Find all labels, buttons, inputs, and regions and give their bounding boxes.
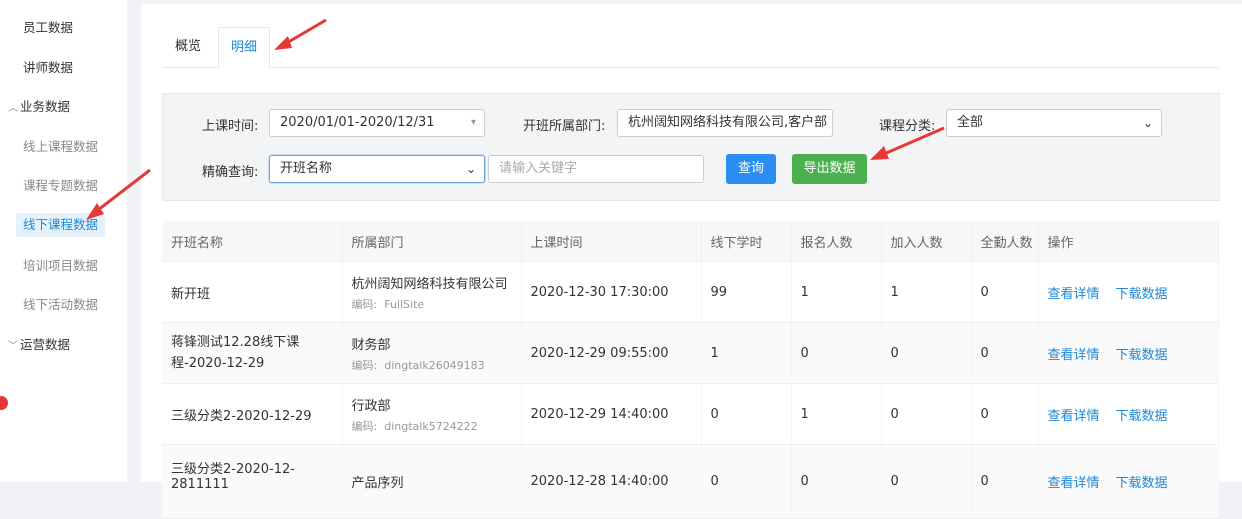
code-label: 编码: (351, 358, 378, 372)
dept-name: 财务部 (351, 337, 391, 353)
download-data-link[interactable]: 下载数据 (1116, 287, 1168, 302)
chevron-down-icon: ⌄ (465, 162, 476, 176)
code-value: dingtalk26049183 (384, 358, 485, 372)
column-header: 上课时间 (521, 221, 702, 262)
hours-cell: 1 (701, 322, 792, 384)
full-attendance-cell: 0 (971, 383, 1039, 445)
dept-name: 行政部 (351, 398, 391, 414)
view-details-link[interactable]: 查看详情 (1048, 409, 1100, 424)
category-value: 全部 (957, 115, 984, 130)
column-header: 全勤人数 (971, 221, 1039, 262)
course-table: 开班名称 所属部门 上课时间 线下学时 报名人数 加入人数 全勤人数 操作 新开… (162, 221, 1219, 519)
chevron-down-icon: ﹀ (8, 341, 18, 352)
sidebar-item-course-topic-data[interactable]: 课程专题数据 (23, 174, 98, 198)
dept-name: 杭州阔知网络科技有限公司 (351, 276, 508, 292)
operations-cell: 查看详情 下载数据 (1037, 322, 1219, 384)
precise-query-select[interactable]: 开班名称 ⌄ (269, 155, 485, 183)
chevron-down-icon: ⌄ (1142, 116, 1153, 130)
caret-down-icon: ▾ (470, 117, 476, 128)
column-header: 开班名称 (162, 221, 343, 262)
operations-cell: 查看详情 下载数据 (1037, 261, 1219, 323)
dept-cell: 杭州阔知网络科技有限公司 编码: FullSite (342, 261, 522, 323)
signup-cell: 1 (791, 261, 882, 323)
time-cell: 2020-12-29 14:40:00 (521, 383, 702, 445)
hours-cell: 99 (701, 261, 792, 323)
dept-code: 编码: FullSite (352, 296, 521, 312)
download-data-link[interactable]: 下载数据 (1116, 348, 1168, 363)
time-cell: 2020-12-29 09:55:00 (521, 322, 702, 384)
tab-overview[interactable]: 概览 (163, 27, 213, 67)
column-header: 加入人数 (881, 221, 972, 262)
table-row: 三级分类2-2020-12-29 行政部 编码: dingtalk5724222… (162, 383, 1219, 445)
code-value: FullSite (384, 297, 425, 311)
column-header: 所属部门 (342, 221, 522, 262)
code-value: dingtalk5724222 (384, 419, 478, 433)
dept-code: 编码: dingtalk26049183 (352, 357, 521, 373)
full-attendance-cell: 0 (971, 261, 1039, 323)
dept-code: 编码: dingtalk5724222 (352, 418, 521, 434)
notification-badge-icon[interactable] (0, 396, 8, 410)
download-data-link[interactable]: 下载数据 (1116, 409, 1168, 424)
full-attendance-cell: 0 (971, 322, 1039, 384)
export-data-button[interactable]: 导出数据 (792, 154, 867, 184)
sidebar: 员工数据 讲师数据 ︿ 业务数据 线上课程数据 课程专题数据 线下课程数据 培训项… (0, 0, 127, 482)
class-name-cell: 新开班 (162, 261, 343, 323)
keyword-input[interactable]: 请输入关键字 (488, 155, 704, 183)
main-panel: 概览 明细 上课时间: 2020/01/01-2020/12/31 ▾ 开班所属… (141, 4, 1242, 519)
category-label: 课程分类: (879, 119, 936, 134)
dept-select[interactable]: 杭州阔知网络科技有限公司,客户部 (617, 109, 833, 137)
sidebar-group-label: 业务数据 (20, 99, 71, 114)
column-header: 线下学时 (701, 221, 792, 262)
class-name-cell: 蒋锋测试12.28线下课程-2020-12-29 (162, 322, 343, 384)
query-button[interactable]: 查询 (726, 154, 776, 184)
sidebar-group-label: 运营数据 (20, 337, 71, 352)
sidebar-group-business-data[interactable]: ︿ 业务数据 (8, 95, 70, 119)
precise-query-label: 精确查询: (202, 165, 259, 180)
joined-cell: 0 (881, 383, 972, 445)
table-row: 新开班 杭州阔知网络科技有限公司 编码: FullSite 2020-12-30… (162, 261, 1219, 323)
table-header-row: 开班名称 所属部门 上课时间 线下学时 报名人数 加入人数 全勤人数 操作 (162, 221, 1219, 262)
view-details-link[interactable]: 查看详情 (1048, 348, 1100, 363)
dept-label: 开班所属部门: (523, 119, 606, 134)
sidebar-item-online-course-data[interactable]: 线上课程数据 (23, 135, 98, 159)
time-label: 上课时间: (202, 119, 259, 134)
column-header: 操作 (1037, 221, 1219, 262)
keyword-placeholder: 请输入关键字 (499, 161, 578, 176)
signup-cell: 1 (791, 383, 882, 445)
code-label: 编码: (351, 297, 378, 311)
dept-value: 杭州阔知网络科技有限公司,客户部 (628, 115, 828, 130)
chevron-up-icon: ︿ (8, 103, 18, 114)
view-details-link[interactable]: 查看详情 (1048, 287, 1100, 302)
sidebar-item-lecturer-data[interactable]: 讲师数据 (23, 56, 73, 80)
dept-cell: 财务部 编码: dingtalk26049183 (342, 322, 522, 384)
code-label: 编码: (351, 419, 378, 433)
hours-cell: 0 (701, 383, 792, 445)
class-name-cell: 三级分类2-2020-12-29 (162, 383, 343, 445)
tab-detail[interactable]: 明细 (218, 27, 271, 69)
sidebar-item-training-project-data[interactable]: 培训项目数据 (23, 254, 98, 278)
joined-cell: 0 (881, 322, 972, 384)
operations-cell: 查看详情 下载数据 (1037, 383, 1219, 445)
download-data-link[interactable]: 下载数据 (1116, 476, 1168, 491)
precise-query-value: 开班名称 (280, 161, 333, 176)
joined-cell: 1 (881, 261, 972, 323)
time-range-input[interactable]: 2020/01/01-2020/12/31 ▾ (269, 109, 485, 137)
sidebar-item-offline-course-data[interactable]: 线下课程数据 (16, 213, 106, 237)
category-select[interactable]: 全部 ⌄ (946, 109, 1162, 137)
view-details-link[interactable]: 查看详情 (1048, 476, 1100, 491)
time-range-value: 2020/01/01-2020/12/31 (280, 115, 435, 130)
filter-panel: 上课时间: 2020/01/01-2020/12/31 ▾ 开班所属部门: 杭州… (162, 93, 1220, 201)
table-row: 蒋锋测试12.28线下课程-2020-12-29 财务部 编码: dingtal… (162, 322, 1219, 384)
column-header: 报名人数 (791, 221, 882, 262)
sidebar-group-operation-data[interactable]: ﹀ 运营数据 (8, 333, 70, 357)
signup-cell: 0 (791, 322, 882, 384)
tab-bar: 概览 明细 (162, 27, 1219, 69)
dept-cell: 行政部 编码: dingtalk5724222 (342, 383, 522, 445)
time-cell: 2020-12-30 17:30:00 (521, 261, 702, 323)
sidebar-item-offline-activity-data[interactable]: 线下活动数据 (23, 293, 98, 317)
sidebar-item-staff-data[interactable]: 员工数据 (23, 16, 73, 40)
